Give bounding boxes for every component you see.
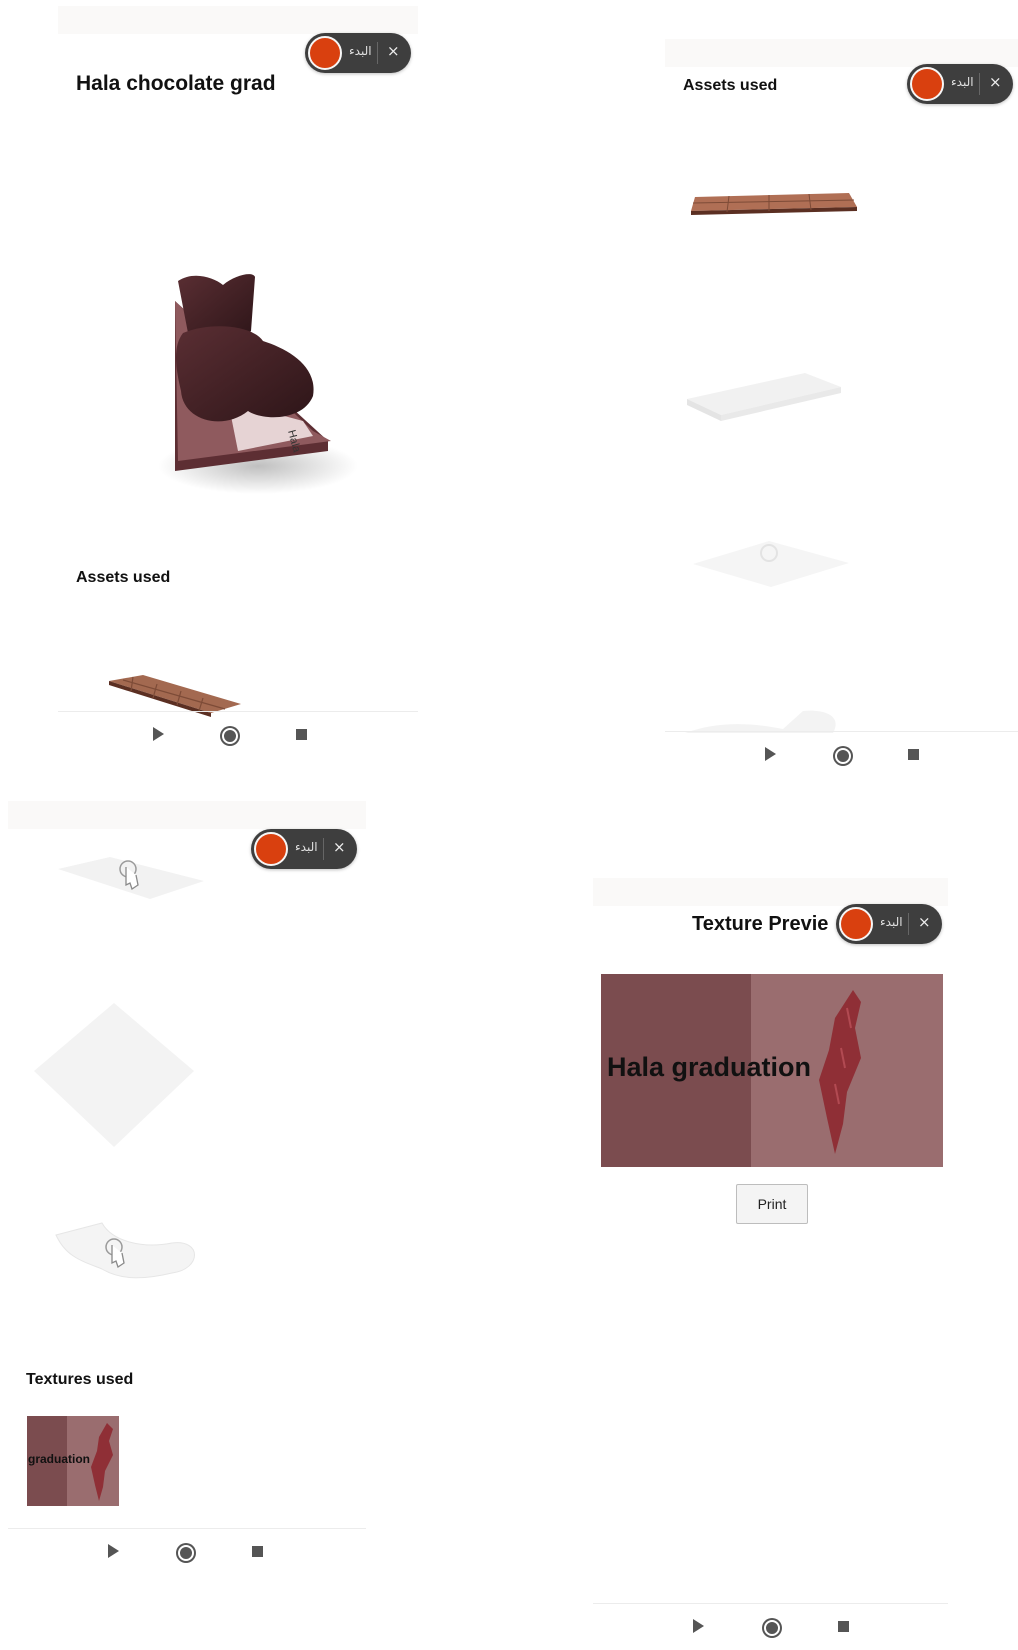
panel-chocolate-grad: Hala chocolate grad البدء × Hala Assets … [58,6,418,796]
paper-asset[interactable] [691,539,851,589]
texture-text: Hala graduation [607,1052,812,1082]
record-button[interactable] [839,907,873,941]
recorder-pill: البدء × [836,904,942,944]
play-icon[interactable] [693,1619,704,1633]
chocolate-bar-asset[interactable] [689,187,859,217]
divider [908,913,909,935]
record-button[interactable] [308,36,342,70]
page-title: Texture Previe [692,913,829,935]
close-icon[interactable]: × [989,73,1002,91]
recorder-start-label[interactable]: البدء [880,915,903,929]
map-shape [819,990,861,1154]
assets-title: Assets used [683,77,778,94]
textures-heading: Textures used [26,1371,134,1388]
page-title: Hala chocolate grad [76,72,276,95]
texture-thumbnail[interactable]: graduation [27,1416,119,1506]
recorder-start-label[interactable]: البدء [349,44,372,58]
recorder-pill: البدء × [305,33,411,73]
close-icon[interactable]: × [918,913,931,931]
record-icon[interactable] [764,1620,780,1636]
close-icon[interactable]: × [387,42,400,60]
recorder-pill: البدء × [251,829,357,869]
top-bar [58,6,418,34]
record-button[interactable] [254,832,288,866]
divider [323,838,324,860]
stop-icon[interactable] [252,1546,263,1557]
ribbon-asset[interactable] [52,1221,212,1291]
chocolate-model-3d[interactable]: Hala [153,271,383,511]
divider [979,73,980,95]
record-icon[interactable] [222,728,238,744]
panel-assets-used: Assets used البدء × [665,39,1018,799]
stop-icon[interactable] [908,749,919,760]
record-icon[interactable] [835,748,851,764]
divider [377,42,378,64]
playback-controls [665,731,1018,778]
play-icon[interactable] [108,1544,119,1558]
playback-controls [593,1603,948,1650]
panel-texture-preview: Texture Previe البدء × Hala graduation P… [593,878,948,1636]
print-button[interactable]: Print [736,1184,808,1224]
top-bar [8,801,366,829]
top-bar [593,878,948,906]
recorder-pill: البدء × [907,64,1013,104]
recorder-start-label[interactable]: البدء [295,840,318,854]
stop-icon[interactable] [838,1621,849,1632]
playback-controls [8,1528,366,1575]
sheet-asset[interactable] [32,1001,197,1151]
close-icon[interactable]: × [333,838,346,856]
panel-textures-used: البدء × Textures used graduation [8,801,366,1581]
play-icon[interactable] [153,727,164,741]
recorder-start-label[interactable]: البدء [951,75,974,89]
playback-controls [58,711,418,758]
assets-heading: Assets used [76,569,171,586]
record-icon[interactable] [178,1545,194,1561]
stop-icon[interactable] [296,729,307,740]
play-icon[interactable] [765,747,776,761]
map-shape [91,1423,113,1501]
paper-asset[interactable] [56,853,206,903]
texture-text: graduation [28,1452,90,1466]
record-button[interactable] [910,67,944,101]
texture-preview-image: Hala graduation [601,974,943,1167]
plate-asset[interactable] [685,369,845,429]
top-bar [665,39,1018,67]
